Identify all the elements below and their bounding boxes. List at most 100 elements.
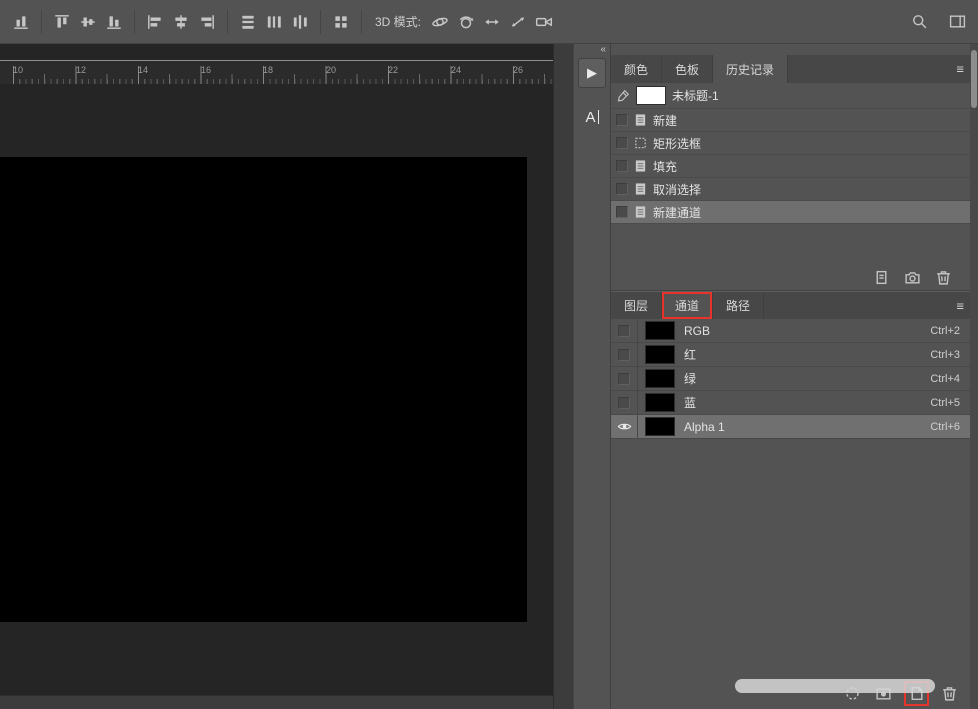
channel-name: 绿: [684, 370, 930, 387]
delete-state-trash-button[interactable]: [935, 269, 952, 286]
distribute-heights-icon: [12, 13, 30, 31]
history-document-row[interactable]: 未标题-1: [611, 83, 970, 109]
search-icon: [911, 13, 928, 30]
visibility-toggle[interactable]: [611, 415, 638, 438]
distribute-heights-button[interactable]: [8, 9, 34, 35]
tooltip-placeholder: [735, 679, 935, 693]
align-horizontal-center-button[interactable]: [168, 9, 194, 35]
history-step-label: 矩形选框: [653, 135, 701, 152]
actions-panel-button[interactable]: ▶: [578, 58, 606, 88]
history-brush-icon[interactable]: [616, 89, 630, 103]
search-button[interactable]: [906, 9, 932, 35]
distribute-vertical-icon: [239, 13, 257, 31]
auto-align-icon: [332, 13, 350, 31]
visibility-well: [618, 373, 630, 385]
type-cursor-icon: [598, 110, 599, 124]
history-step[interactable]: 矩形选框: [611, 132, 970, 155]
align-left-icon: [146, 13, 164, 31]
auto-align-button[interactable]: [328, 9, 354, 35]
tab-color[interactable]: 颜色: [611, 55, 662, 83]
ruler-tick-label: 14: [138, 65, 148, 75]
visibility-toggle[interactable]: [611, 391, 638, 414]
toolbar-separator: [41, 10, 42, 34]
history-step-label: 新建通道: [653, 204, 701, 221]
new-document-from-state-button[interactable]: [873, 269, 890, 286]
history-source-toggle[interactable]: [616, 206, 628, 218]
tab-color-label: 颜色: [624, 61, 648, 78]
distribute-vertical-button[interactable]: [235, 9, 261, 35]
delete-channel-trash-button[interactable]: [941, 685, 958, 702]
align-left-button[interactable]: [142, 9, 168, 35]
tab-paths-label: 路径: [726, 297, 750, 314]
ruler-tick-label: 18: [263, 65, 273, 75]
distribute-horizontal-button[interactable]: [261, 9, 287, 35]
visibility-well: [618, 349, 630, 361]
workspace-switcher-button[interactable]: [944, 9, 970, 35]
align-horizontal-center-icon: [172, 13, 190, 31]
distribute-spacing-button[interactable]: [287, 9, 313, 35]
channel-shortcut: Ctrl+3: [930, 349, 960, 361]
history-source-toggle[interactable]: [616, 160, 628, 172]
channels-panel-menu-icon[interactable]: ≡: [956, 298, 964, 313]
history-step-label: 填充: [653, 158, 677, 175]
history-source-toggle[interactable]: [616, 114, 628, 126]
align-vertical-center-button[interactable]: [75, 9, 101, 35]
channel-name: 红: [684, 346, 930, 363]
visibility-toggle[interactable]: [611, 343, 638, 366]
visibility-toggle[interactable]: [611, 367, 638, 390]
horizontal-ruler[interactable]: 10 12 14 16 18 20 22 24 26: [0, 60, 553, 84]
tab-swatches-label: 色板: [675, 61, 699, 78]
channel-row-blue[interactable]: 蓝 Ctrl+5: [611, 391, 970, 415]
new-snapshot-camera-button[interactable]: [904, 269, 921, 286]
tab-layers[interactable]: 图层: [611, 292, 662, 319]
channel-row-rgb[interactable]: RGB Ctrl+2: [611, 319, 970, 343]
ruler-tick-label: 12: [76, 65, 86, 75]
history-source-toggle[interactable]: [616, 137, 628, 149]
align-bottom-button[interactable]: [101, 9, 127, 35]
document-thumbnail: [636, 86, 666, 105]
canvas[interactable]: [0, 157, 527, 622]
dock-scrollbar[interactable]: [970, 44, 978, 709]
channel-name: RGB: [684, 324, 930, 338]
3d-roll-button[interactable]: [453, 9, 479, 35]
toolbar-separator: [134, 10, 135, 34]
3d-orbit-button[interactable]: [427, 9, 453, 35]
play-icon: ▶: [587, 65, 597, 81]
tab-channels[interactable]: 通道: [662, 292, 713, 319]
collapse-dock-icon[interactable]: «: [600, 44, 605, 55]
align-top-button[interactable]: [49, 9, 75, 35]
tab-paths[interactable]: 路径: [713, 292, 764, 319]
channel-shortcut: Ctrl+2: [930, 325, 960, 337]
visibility-toggle[interactable]: [611, 319, 638, 342]
align-right-button[interactable]: [194, 9, 220, 35]
channel-row-green[interactable]: 绿 Ctrl+4: [611, 367, 970, 391]
horizontal-scrollbar[interactable]: [0, 695, 553, 709]
document-vertical-scrollbar[interactable]: [553, 44, 573, 709]
history-step-selected[interactable]: 新建通道: [611, 201, 970, 224]
tab-history[interactable]: 历史记录: [713, 55, 788, 83]
history-step[interactable]: 取消选择: [611, 178, 970, 201]
align-vertical-center-icon: [79, 13, 97, 31]
3d-mode-label: 3D 模式:: [375, 13, 421, 30]
3d-pan-button[interactable]: [479, 9, 505, 35]
history-step[interactable]: 填充: [611, 155, 970, 178]
type-icon: A: [585, 109, 595, 126]
3d-pan-icon: [483, 13, 501, 31]
history-panel-menu-icon[interactable]: ≡: [956, 62, 964, 77]
eye-icon: [617, 419, 632, 434]
tab-swatches[interactable]: 色板: [662, 55, 713, 83]
channel-row-alpha1[interactable]: Alpha 1 Ctrl+6: [611, 415, 970, 439]
3d-slide-button[interactable]: [505, 9, 531, 35]
photoshop-window: 3D 模式: 10 12 14 16 18 20 22 24 26 « ▶: [0, 0, 978, 709]
history-source-toggle[interactable]: [616, 183, 628, 195]
3d-camera-button[interactable]: [531, 9, 557, 35]
dock-scrollbar-thumb[interactable]: [971, 50, 977, 108]
channels-panel: 图层 通道 路径 ≡ RGB Ctrl+2 红 Ctrl+3: [611, 292, 970, 709]
toolbar-separator: [320, 10, 321, 34]
ruler-tick-label: 24: [451, 65, 461, 75]
character-panel-button[interactable]: A: [578, 102, 606, 132]
history-step-label: 新建: [653, 112, 677, 129]
channel-row-red[interactable]: 红 Ctrl+3: [611, 343, 970, 367]
channel-thumbnail: [645, 369, 675, 388]
history-step[interactable]: 新建: [611, 109, 970, 132]
